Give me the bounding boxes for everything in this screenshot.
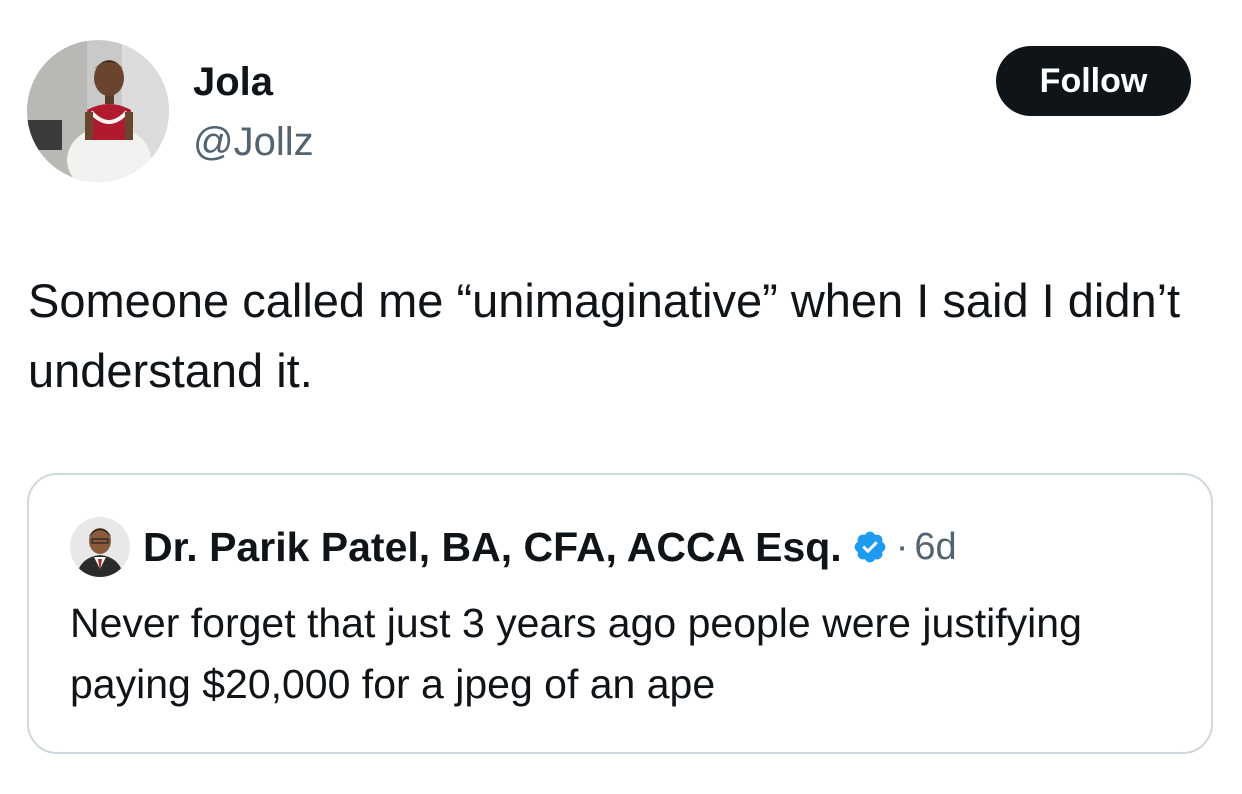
quoted-tweet-timestamp[interactable]: 6d bbox=[914, 526, 956, 569]
quoted-tweet-header: Dr. Parik Patel, BA, CFA, ACCA Esq. · 6d bbox=[143, 521, 957, 573]
separator-dot: · bbox=[895, 525, 909, 568]
author-handle[interactable]: @Jollz bbox=[193, 118, 314, 166]
follow-button[interactable]: Follow bbox=[996, 46, 1191, 116]
quoted-author-name[interactable]: Dr. Parik Patel, BA, CFA, ACCA Esq. bbox=[143, 524, 842, 571]
verified-badge-icon bbox=[852, 529, 888, 565]
tweet-text: Someone called me “unimaginative” when I… bbox=[28, 274, 1181, 397]
profile-photo-icon bbox=[70, 517, 130, 577]
author-display-name[interactable]: Jola bbox=[193, 58, 273, 106]
quoted-tweet-text: Never forget that just 3 years ago peopl… bbox=[70, 600, 1082, 707]
quoted-author-avatar[interactable] bbox=[70, 517, 130, 577]
profile-photo-icon bbox=[27, 40, 169, 182]
author-avatar[interactable] bbox=[27, 40, 169, 182]
quoted-tweet-card[interactable]: Dr. Parik Patel, BA, CFA, ACCA Esq. · 6d… bbox=[27, 473, 1213, 754]
